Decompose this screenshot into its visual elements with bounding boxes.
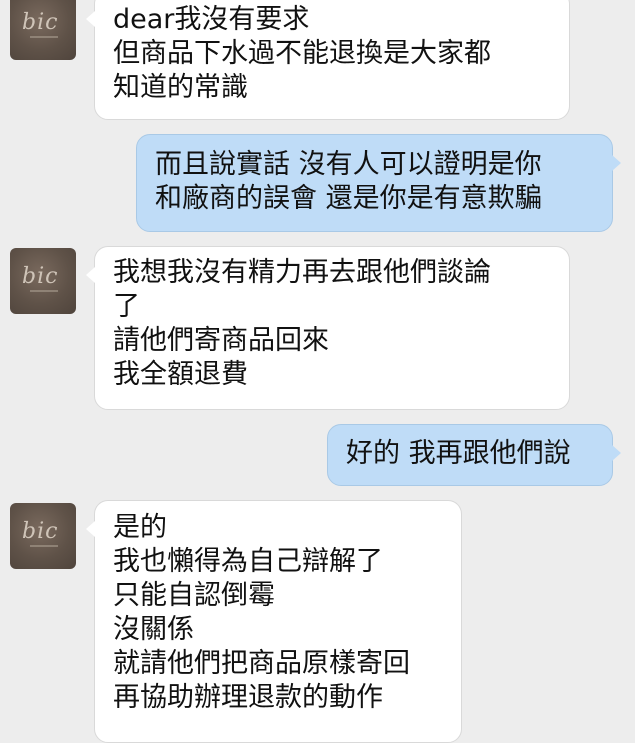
message-line: 好的 我再跟他們說 <box>346 438 571 469</box>
contact-avatar[interactable]: bic <box>10 503 76 569</box>
message-line: 我也懶得為自己辯解了 <box>113 546 383 577</box>
message-line: 而且說實話 沒有人可以證明是你 <box>155 149 542 180</box>
message-bubble-incoming[interactable]: 我想我沒有精力再去跟他們談論 了 請他們寄商品回來 我全額退費 <box>86 246 570 410</box>
message-bubble-incoming[interactable]: 是的 我也懶得為自己辯解了 只能自認倒霉 沒關係 就請他們把商品原樣寄回 再協助… <box>86 500 462 743</box>
message-line: 知道的常識 <box>113 72 248 103</box>
chat-window: bic dear我沒有要求 但商品下水過不能退換是大家都 知道的常識 而且說實話… <box>0 0 635 743</box>
message-bubble-outgoing[interactable]: 而且說實話 沒有人可以證明是你 和廠商的誤會 還是你是有意欺騙 <box>136 134 621 232</box>
message-line: 是的 <box>113 512 167 543</box>
message-line: 我想我沒有精力再去跟他們談論 <box>113 257 491 288</box>
message-line: 了 <box>113 291 140 322</box>
contact-avatar[interactable]: bic <box>10 248 76 314</box>
contact-avatar[interactable]: bic <box>10 0 76 60</box>
avatar-logo-underline <box>30 290 58 292</box>
message-line: 再協助辦理退款的動作 <box>113 682 383 713</box>
message-bubble-incoming[interactable]: dear我沒有要求 但商品下水過不能退換是大家都 知道的常識 <box>86 0 570 120</box>
message-line: 和廠商的誤會 還是你是有意欺騙 <box>155 183 542 214</box>
avatar-logo: bic <box>22 519 59 544</box>
avatar-logo-underline <box>30 545 58 547</box>
message-line: dear我沒有要求 <box>113 4 310 35</box>
avatar-logo: bic <box>22 10 59 35</box>
message-line: 我全額退費 <box>113 359 248 390</box>
message-bubble-outgoing[interactable]: 好的 我再跟他們說 <box>327 424 621 486</box>
message-line: 沒關係 <box>113 614 194 645</box>
message-line: 但商品下水過不能退換是大家都 <box>113 38 491 69</box>
message-line: 只能自認倒霉 <box>113 580 275 611</box>
avatar-logo-underline <box>30 36 58 38</box>
message-line: 請他們寄商品回來 <box>113 325 329 356</box>
avatar-logo: bic <box>22 264 59 289</box>
message-line: 就請他們把商品原樣寄回 <box>113 648 410 679</box>
